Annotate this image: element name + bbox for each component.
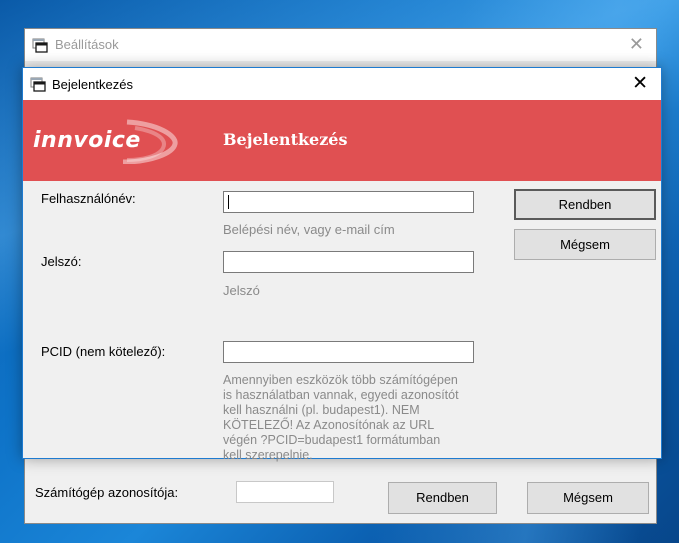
close-icon[interactable]: ✕	[632, 72, 648, 94]
pcid-hint-line: kell használni (pl. budapest1). NEM	[223, 403, 420, 417]
login-dialog: Bejelentkezés ✕ innvoice Bejelentkezés F…	[22, 67, 662, 462]
password-field[interactable]	[223, 251, 474, 273]
logo-text: innvoice	[33, 128, 141, 153]
pcid-hint-line: KÖTELEZŐ! Az Azonosítónak az URL	[223, 418, 435, 432]
close-icon[interactable]: ✕	[629, 34, 644, 55]
username-hint: Belépési név, vagy e-mail cím	[223, 222, 395, 237]
username-field[interactable]	[223, 191, 474, 213]
password-hint: Jelszó	[223, 283, 260, 298]
pcid-hint-line: végén ?PCID=budapest1 formátumban	[223, 433, 441, 447]
app-window-icon	[32, 38, 48, 53]
settings-cancel-button[interactable]: Mégsem	[527, 482, 649, 514]
pcid-hint-line: kell szerepelnie.	[223, 448, 313, 462]
computer-id-label: Számítógép azonosítója:	[35, 485, 179, 500]
username-label: Felhasználónév:	[41, 191, 136, 206]
username-input[interactable]	[224, 192, 473, 212]
settings-ok-button[interactable]: Rendben	[388, 482, 497, 514]
ok-button[interactable]: Rendben	[514, 189, 656, 220]
app-window-icon	[30, 77, 46, 92]
pcid-hint: Amennyiben eszközök több számítógépen is…	[223, 373, 513, 463]
pcid-hint-line: is használatban vannak, egyedi azonosító…	[223, 388, 459, 402]
settings-titlebar: Beállítások ✕	[25, 29, 656, 61]
settings-window-title: Beállítások	[55, 37, 119, 52]
text-caret	[228, 195, 229, 209]
login-titlebar: Bejelentkezés ✕	[23, 68, 661, 100]
password-label: Jelszó:	[41, 254, 82, 269]
pcid-input[interactable]	[224, 342, 473, 362]
pcid-label: PCID (nem kötelező):	[41, 344, 166, 359]
pcid-field[interactable]	[223, 341, 474, 363]
pcid-hint-line: Amennyiben eszközök több számítógépen	[223, 373, 458, 387]
cancel-button[interactable]: Mégsem	[514, 229, 656, 260]
login-window-title: Bejelentkezés	[52, 77, 133, 92]
innvoice-logo: innvoice	[31, 118, 179, 164]
password-input[interactable]	[224, 252, 473, 272]
login-banner: innvoice Bejelentkezés	[23, 100, 661, 181]
banner-heading: Bejelentkezés	[223, 130, 348, 149]
computer-id-field[interactable]	[236, 481, 334, 503]
